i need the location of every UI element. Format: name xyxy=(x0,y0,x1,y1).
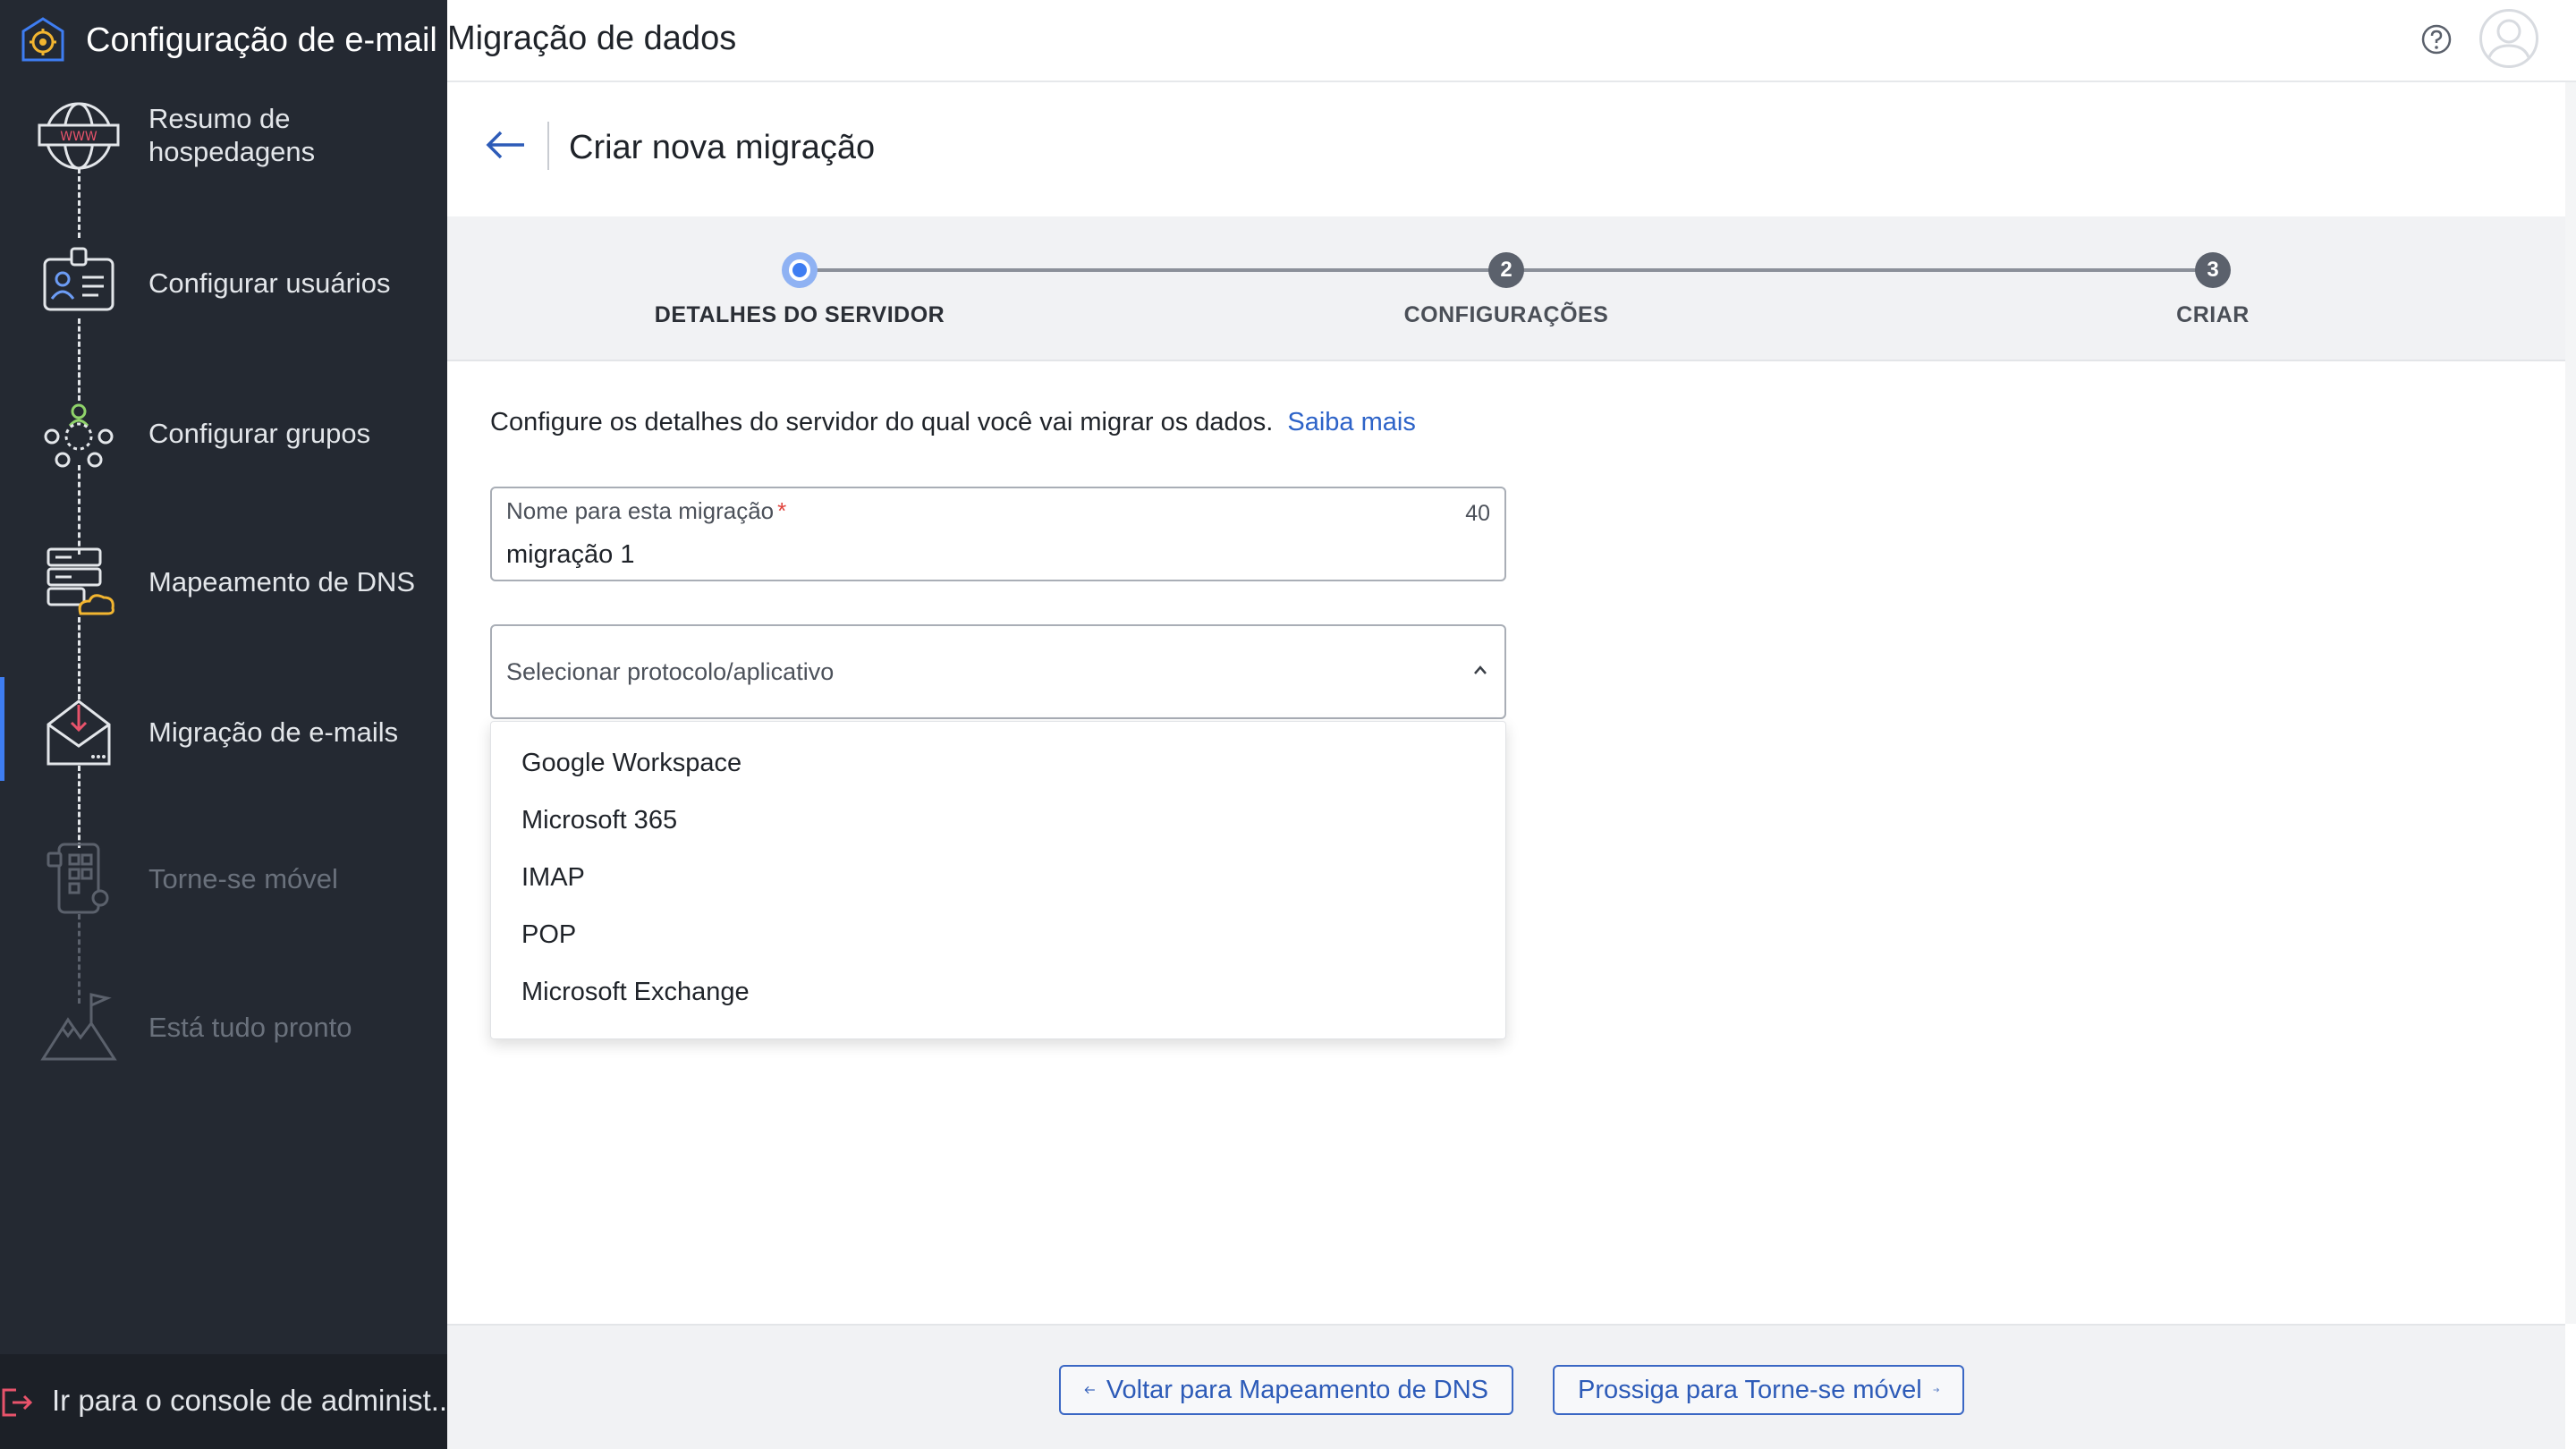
sidebar-step-configure-groups[interactable]: Configurar grupos xyxy=(0,390,447,538)
protocol-dropdown: Google Workspace Microsoft 365 IMAP POP … xyxy=(490,721,1506,1039)
sidebar-step-label: Torne-se móvel xyxy=(148,863,338,894)
user-id-card-icon xyxy=(43,247,114,311)
sidebar-step-label: Migração de e-mails xyxy=(148,716,399,748)
content-scrollbar[interactable] xyxy=(2565,82,2576,1324)
sidebar-step-label: Configurar grupos xyxy=(148,418,371,449)
next-button-label: Prossiga para Torne-se móvel xyxy=(1578,1375,1922,1404)
group-network-icon xyxy=(44,403,114,468)
sidebar: Configuração de e-mail WWW Resumo de hos… xyxy=(0,0,455,1449)
top-header: Migração de dados xyxy=(447,0,2576,82)
sidebar-step-hosting-summary[interactable]: WWW Resumo de hospedagens xyxy=(0,89,447,238)
form-intro: Configure os detalhes do servidor do qua… xyxy=(490,408,1416,437)
dns-server-cloud-icon xyxy=(47,547,114,615)
migration-name-input[interactable]: migração 1 xyxy=(506,540,634,570)
migration-form: Configure os detalhes do servidor do qua… xyxy=(447,361,2565,1324)
sidebar-step-go-mobile[interactable]: Torne-se móvel xyxy=(0,835,447,984)
dropdown-option-pop[interactable]: POP xyxy=(521,920,576,950)
sidebar-brand: Configuração de e-mail xyxy=(0,0,447,80)
bottom-navigation: Voltar para Mapeamento de DNS Prossiga p… xyxy=(447,1324,2565,1449)
mobile-apps-icon xyxy=(47,843,109,914)
page-title: Criar nova migração xyxy=(569,129,876,166)
character-counter: 40 xyxy=(1465,501,1490,526)
sidebar-step-all-set[interactable]: Está tudo pronto xyxy=(0,984,447,1132)
protocol-select-placeholder: Selecionar protocolo/aplicativo xyxy=(506,658,835,685)
mountain-flag-icon xyxy=(40,993,117,1061)
admin-console-label[interactable]: Ir para o console de administ... xyxy=(52,1384,455,1418)
migration-name-label: Nome para esta migração * xyxy=(506,497,786,525)
arrow-left-icon xyxy=(1084,1385,1095,1394)
sidebar-step-email-migration[interactable]: Migração de e-mails xyxy=(0,687,447,835)
page-header: Criar nova migração xyxy=(447,82,2565,216)
arrow-right-icon xyxy=(1933,1387,1939,1393)
exit-icon xyxy=(2,1388,33,1417)
globe-www-icon: WWW xyxy=(38,102,120,170)
sidebar-step-configure-users[interactable]: Configurar usuários xyxy=(0,240,447,388)
protocol-select[interactable]: Selecionar protocolo/aplicativo xyxy=(490,624,1506,719)
header-divider xyxy=(547,122,549,170)
chevron-up-icon xyxy=(1474,665,1487,674)
svg-text:WWW: WWW xyxy=(60,130,97,144)
dropdown-option-microsoft-exchange[interactable]: Microsoft Exchange xyxy=(521,978,750,1007)
sidebar-step-label: Resumo de hospedagens xyxy=(148,103,316,167)
stepper-dot: 2 xyxy=(1488,252,1524,288)
next-to-mobile-button[interactable]: Prossiga para Torne-se móvel xyxy=(1553,1365,1964,1415)
sidebar-step-label: Está tudo pronto xyxy=(148,1012,352,1043)
field-label-text: Nome para esta migração xyxy=(506,497,775,524)
stepper-dot: 3 xyxy=(2195,252,2231,288)
stepper-dot-current xyxy=(782,252,818,288)
dropdown-option-imap[interactable]: IMAP xyxy=(521,863,585,893)
dropdown-option-microsoft-365[interactable]: Microsoft 365 xyxy=(521,806,677,835)
back-to-dns-button[interactable]: Voltar para Mapeamento de DNS xyxy=(1059,1365,1513,1415)
stepper-label-settings: CONFIGURAÇÕES xyxy=(1403,302,1609,327)
required-asterisk: * xyxy=(777,497,787,524)
email-inbox-download-icon xyxy=(47,699,111,766)
header-title: Migração de dados xyxy=(447,20,737,57)
settings-house-icon xyxy=(21,17,64,62)
app-title: Configuração de e-mail xyxy=(86,21,437,59)
migration-stepper: 2 3 DETALHES DO SERVIDOR CONFIGURAÇÕES C… xyxy=(447,216,2565,361)
back-button-label: Voltar para Mapeamento de DNS xyxy=(1106,1375,1488,1404)
back-arrow-icon[interactable] xyxy=(485,129,526,161)
sidebar-step-label: Mapeamento de DNS xyxy=(148,566,416,597)
stepper-label-server-details: DETALHES DO SERVIDOR xyxy=(654,302,945,327)
intro-text: Configure os detalhes do servidor do qua… xyxy=(490,408,1274,436)
dropdown-option-google-workspace[interactable]: Google Workspace xyxy=(521,749,741,778)
learn-more-link[interactable]: Saiba mais xyxy=(1287,408,1415,436)
user-avatar-icon xyxy=(2486,19,2532,65)
sidebar-step-label: Configurar usuários xyxy=(148,267,391,299)
migration-name-field[interactable]: Nome para esta migração * 40 migração 1 xyxy=(490,487,1506,581)
sidebar-step-dns-mapping[interactable]: Mapeamento de DNS xyxy=(0,538,447,687)
stepper-label-create: CRIAR xyxy=(2176,302,2250,327)
help-icon[interactable] xyxy=(2420,23,2453,55)
user-avatar[interactable] xyxy=(2479,9,2538,68)
